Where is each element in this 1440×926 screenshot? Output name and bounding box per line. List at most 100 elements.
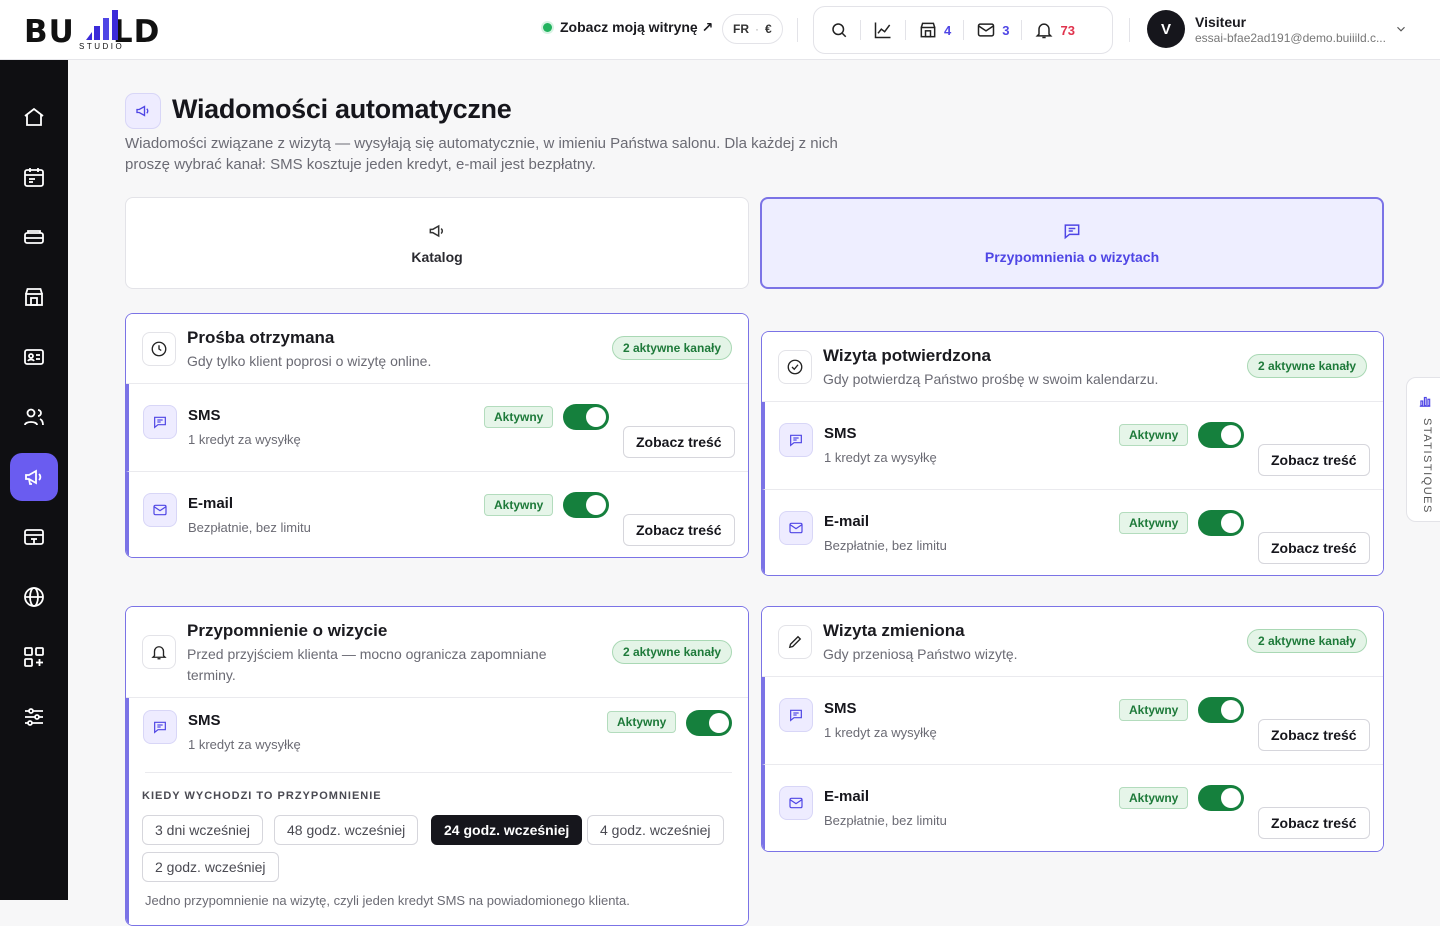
mail-icon [977, 23, 995, 37]
status-badge: Aktywny [1119, 787, 1189, 809]
sms-toggle[interactable] [1198, 422, 1244, 448]
view-site-link[interactable]: Zobacz moją witrynę ↗ [543, 19, 713, 36]
notifications-button[interactable]: 73 [1026, 12, 1082, 48]
analytics-button[interactable] [865, 12, 901, 48]
sidebar [0, 60, 68, 900]
chevron-down-icon[interactable] [1394, 22, 1408, 36]
channel-title: E-mail [824, 513, 870, 530]
sms-toggle[interactable] [1198, 697, 1244, 723]
timing-option[interactable]: 2 godz. wcześniej [142, 852, 279, 882]
channel-row-sms: SMS 1 kredyt za wysyłkę Aktywny KIEDY WY… [126, 698, 748, 925]
shop-count: 4 [944, 22, 952, 38]
message-icon [790, 709, 802, 722]
view-content-button[interactable]: Zobacz treść [1258, 444, 1370, 476]
reminder-note: Jedno przypomnienie na wizytę, czyli jed… [145, 893, 630, 908]
channel-subtitle: 1 kredyt za wysyłkę [188, 432, 301, 447]
sms-toggle[interactable] [686, 710, 732, 736]
channels-badge: 2 aktywne kanały [1246, 354, 1367, 378]
channels-badge: 2 aktywne kanały [611, 336, 732, 360]
channel-subtitle: 1 kredyt za wysyłkę [824, 450, 937, 465]
brand-logo[interactable]: BU LD STUDIO [24, 8, 184, 52]
message-icon [790, 434, 802, 447]
timing-option[interactable]: 48 godz. wcześniej [274, 815, 419, 845]
channel-subtitle: Bezpłatnie, bez limitu [824, 813, 947, 828]
view-content-button[interactable]: Zobacz treść [1258, 719, 1370, 751]
sidebar-item-apps[interactable] [10, 633, 58, 681]
check-circle-icon [787, 359, 803, 375]
user-menu[interactable]: V Visiteur essai-bfae2ad191@demo.buiiild… [1147, 10, 1387, 48]
status-badge: Aktywny [1119, 424, 1189, 446]
sidebar-item-shop[interactable] [10, 273, 58, 321]
chart-icon [874, 22, 891, 39]
pencil-icon [788, 635, 802, 649]
sidebar-item-calendar[interactable] [10, 153, 58, 201]
card-title: Wizyta potwierdzona [823, 346, 991, 365]
bar-chart-icon [1419, 396, 1431, 407]
services-icon [24, 230, 44, 244]
sidebar-item-settings[interactable] [10, 693, 58, 741]
top-bar: BU LD STUDIO Zobacz moją witrynę ↗ FR · €… [0, 0, 1440, 60]
sidebar-item-marketing[interactable] [10, 453, 58, 501]
tab-reminders[interactable]: Przypomnienia o wizytach [760, 197, 1384, 289]
channel-subtitle: Bezpłatnie, bez limitu [824, 538, 947, 553]
card-header: Przypomnienie o wizycie Przed przyjściem… [126, 607, 748, 698]
view-content-button[interactable]: Zobacz treść [623, 514, 735, 546]
shop-button[interactable]: 4 [910, 12, 959, 48]
clock-icon [151, 341, 167, 357]
mail-icon [153, 504, 167, 516]
tab-reminders-label: Przypomnienia o wizytach [984, 249, 1160, 265]
currency-label: € [765, 22, 772, 36]
mail-icon [789, 522, 803, 534]
channel-title: SMS [188, 407, 221, 424]
channel-subtitle: 1 kredyt za wysyłkę [824, 725, 937, 740]
card-header: Wizyta zmieniona Gdy przeniosą Państwo w… [762, 607, 1383, 677]
megaphone-icon [429, 224, 444, 238]
sidebar-item-billing[interactable] [10, 513, 58, 561]
globe-icon [24, 587, 44, 607]
status-badge: Aktywny [484, 406, 554, 428]
message-icon [154, 721, 166, 734]
card-visit-confirmed: Wizyta potwierdzona Gdy potwierdzą Państ… [761, 331, 1384, 576]
status-badge: Aktywny [484, 494, 554, 516]
user-email: essai-bfae2ad191@demo.buiiild.c... [1195, 30, 1386, 45]
message-icon [1064, 224, 1080, 240]
view-content-button[interactable]: Zobacz treść [1258, 532, 1370, 564]
language-label: FR [733, 22, 749, 36]
sidebar-item-team[interactable] [10, 393, 58, 441]
search-button[interactable] [822, 12, 856, 48]
email-toggle[interactable] [1198, 785, 1244, 811]
toolbar-group: 4 3 73 [813, 6, 1113, 54]
statistics-side-tab[interactable]: STATISTIQUES [1406, 377, 1440, 522]
bell-icon [1035, 23, 1053, 39]
sms-toggle[interactable] [563, 404, 609, 430]
language-currency-selector[interactable]: FR · € [722, 14, 783, 44]
channel-row-email: E-mail Bezpłatnie, bez limitu Aktywny Zo… [762, 765, 1383, 851]
bell-icon [151, 646, 167, 660]
store-icon [920, 22, 936, 38]
megaphone-icon [136, 105, 149, 117]
card-visit-reminder: Przypomnienie o wizycie Przed przyjściem… [125, 606, 749, 926]
sidebar-item-website[interactable] [10, 573, 58, 621]
email-toggle[interactable] [563, 492, 609, 518]
view-content-button[interactable]: Zobacz treść [1258, 807, 1370, 839]
divider [797, 18, 798, 42]
card-subtitle: Przed przyjściem klienta — mocno ogranic… [187, 646, 547, 683]
channel-title: SMS [824, 700, 857, 717]
messages-button[interactable]: 3 [968, 12, 1017, 48]
calendar-icon [24, 168, 44, 187]
timing-option-selected[interactable]: 24 godz. wcześniej [431, 815, 583, 845]
tab-catalog[interactable]: Katalog [125, 197, 749, 289]
users-icon [24, 408, 44, 426]
card-visit-changed: Wizyta zmieniona Gdy przeniosą Państwo w… [761, 606, 1384, 852]
view-content-button[interactable]: Zobacz treść [623, 426, 735, 458]
sidebar-item-services[interactable] [10, 213, 58, 261]
tab-catalog-label: Katalog [411, 249, 463, 265]
timing-option[interactable]: 3 dni wcześniej [142, 815, 263, 845]
page-description: Wiadomości związane z wizytą — wysyłają … [125, 135, 838, 173]
sidebar-item-home[interactable] [10, 93, 58, 141]
channel-subtitle: 1 kredyt za wysyłkę [188, 737, 301, 752]
sidebar-item-clients-card[interactable] [10, 333, 58, 381]
email-toggle[interactable] [1198, 510, 1244, 536]
timing-option[interactable]: 4 godz. wcześniej [587, 815, 724, 845]
message-icon [154, 416, 166, 429]
